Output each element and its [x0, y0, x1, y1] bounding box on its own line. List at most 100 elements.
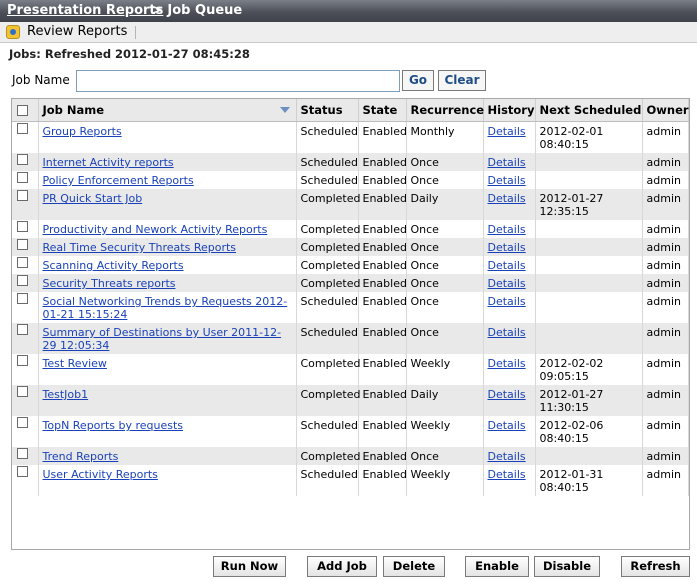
review-reports-icon[interactable]: [6, 25, 20, 39]
column-header-owner[interactable]: Owner: [642, 99, 689, 122]
history-details-link[interactable]: Details: [488, 468, 526, 481]
history-details-link[interactable]: Details: [488, 192, 526, 205]
job-name-link[interactable]: Social Networking Trends by Requests 201…: [43, 295, 288, 321]
job-name-link[interactable]: Test Review: [43, 357, 107, 370]
job-name-cell: Productivity and Nework Activity Reports: [38, 220, 297, 238]
table-row[interactable]: Group Reports Scheduled Enabled Monthly Deta…: [12, 121, 689, 153]
row-checkbox[interactable]: [17, 355, 28, 366]
select-all-checkbox[interactable]: [17, 105, 28, 116]
history-details-link[interactable]: Details: [488, 223, 526, 236]
history-details-link[interactable]: Details: [488, 259, 526, 272]
recurrence-cell: Weekly: [406, 416, 484, 447]
next-scheduled-part: 09:05:15: [539, 370, 589, 383]
table-row[interactable]: TopN Reports by requests Scheduled Enabled…: [12, 416, 689, 447]
job-name-link[interactable]: Group Reports: [43, 125, 122, 138]
job-name-cell: Test Review: [38, 354, 297, 385]
table-row[interactable]: Test Review Completed Enabled Weekly Details…: [12, 354, 689, 385]
job-name-link[interactable]: Real Time Security Threats Reports: [43, 241, 237, 254]
select-all-header: [12, 99, 39, 122]
table-row[interactable]: Productivity and Nework Activity Reports…: [12, 220, 689, 238]
row-checkbox[interactable]: [17, 239, 28, 250]
row-checkbox[interactable]: [17, 172, 28, 183]
job-name-link[interactable]: Summary of Destinations by User 2011-12-…: [43, 326, 282, 352]
refresh-button[interactable]: Refresh: [621, 556, 690, 577]
job-name-link[interactable]: Trend Reports: [43, 450, 119, 463]
job-name-link[interactable]: Internet Activity reports: [43, 156, 174, 169]
row-checkbox[interactable]: [17, 386, 28, 397]
table-row[interactable]: Trend Reports Completed Enabled Once Details…: [12, 447, 689, 465]
job-name-link[interactable]: PR Quick Start Job: [43, 192, 143, 205]
state-cell: Enabled: [358, 465, 407, 496]
table-row[interactable]: Policy Enforcement Reports Scheduled Enabl…: [12, 171, 689, 189]
job-name-link[interactable]: TopN Reports by requests: [43, 419, 184, 432]
history-details-link[interactable]: Details: [488, 125, 526, 138]
add-job-button[interactable]: Add Job: [307, 556, 377, 577]
history-details-link[interactable]: Details: [488, 326, 526, 339]
row-checkbox[interactable]: [17, 324, 28, 335]
history-details-link[interactable]: Details: [488, 388, 526, 401]
history-cell: Details: [483, 153, 536, 171]
delete-button[interactable]: Delete: [383, 556, 445, 577]
history-details-link[interactable]: Details: [488, 357, 526, 370]
status-cell: Scheduled: [296, 171, 359, 189]
job-name-link[interactable]: Policy Enforcement Reports: [43, 174, 194, 187]
column-header-recurrence[interactable]: Recurrence: [406, 99, 484, 122]
row-checkbox[interactable]: [17, 275, 28, 286]
sort-descending-icon[interactable]: [279, 107, 290, 113]
column-header-next-scheduled[interactable]: Next Scheduled: [535, 99, 643, 122]
row-checkbox[interactable]: [17, 466, 28, 477]
row-checkbox[interactable]: [17, 448, 28, 459]
clear-button[interactable]: Clear: [438, 70, 486, 91]
table-row[interactable]: Social Networking Trends by Requests 201…: [12, 292, 689, 323]
table-row[interactable]: TestJob1 Completed Enabled Daily Details 2012…: [12, 385, 689, 416]
row-checkbox[interactable]: [17, 257, 28, 268]
history-cell: Details: [483, 220, 536, 238]
disable-button[interactable]: Disable: [534, 556, 600, 577]
table-row[interactable]: Real Time Security Threats Reports Comple…: [12, 238, 689, 256]
table-row[interactable]: Internet Activity reports Scheduled Enable…: [12, 153, 689, 171]
table-row[interactable]: Scanning Activity Reports Completed Enable…: [12, 256, 689, 274]
history-details-link[interactable]: Details: [488, 295, 526, 308]
history-details-link[interactable]: Details: [488, 419, 526, 432]
next-scheduled-part: 2012-02-02: [539, 357, 604, 370]
column-header-status[interactable]: Status: [296, 99, 359, 122]
job-name-cell: Scanning Activity Reports: [38, 256, 297, 274]
breadcrumb-presentation-reports[interactable]: Presentation Reports: [7, 0, 163, 22]
run-now-button[interactable]: Run Now: [213, 556, 286, 577]
history-details-link[interactable]: Details: [488, 156, 526, 169]
job-name-link[interactable]: TestJob1: [43, 388, 89, 401]
next-scheduled-cell: [535, 292, 643, 323]
table-row[interactable]: PR Quick Start Job Completed Enabled Daily D…: [12, 189, 689, 220]
go-button[interactable]: Go: [402, 70, 434, 91]
job-name-input[interactable]: [76, 70, 400, 92]
row-checkbox[interactable]: [17, 123, 28, 134]
column-header-history[interactable]: History: [483, 99, 536, 122]
history-cell: Details: [483, 323, 536, 354]
recurrence-cell: Once: [406, 171, 484, 189]
table-row[interactable]: Security Threats reports Completed Enabled…: [12, 274, 689, 292]
row-checkbox[interactable]: [17, 417, 28, 428]
job-name-link[interactable]: Scanning Activity Reports: [43, 259, 184, 272]
column-header-state[interactable]: State: [358, 99, 407, 122]
table-row[interactable]: Summary of Destinations by User 2011-12-…: [12, 323, 689, 354]
job-name-label: Job Name: [12, 73, 70, 87]
review-reports-button[interactable]: Review Reports: [27, 22, 127, 42]
job-name-link[interactable]: User Activity Reports: [43, 468, 158, 481]
history-details-link[interactable]: Details: [488, 450, 526, 463]
row-select-cell: [12, 385, 39, 416]
column-header-job-name[interactable]: Job Name: [38, 99, 297, 122]
history-details-link[interactable]: Details: [488, 241, 526, 254]
job-name-link[interactable]: Productivity and Nework Activity Reports: [43, 223, 268, 236]
history-details-link[interactable]: Details: [488, 174, 526, 187]
history-details-link[interactable]: Details: [488, 277, 526, 290]
row-checkbox[interactable]: [17, 154, 28, 165]
enable-button[interactable]: Enable: [465, 556, 529, 577]
history-cell: Details: [483, 171, 536, 189]
owner-cell: admin: [642, 385, 689, 416]
row-checkbox[interactable]: [17, 293, 28, 304]
job-name-cell: TestJob1: [38, 385, 297, 416]
job-name-link[interactable]: Security Threats reports: [43, 277, 176, 290]
row-checkbox[interactable]: [17, 190, 28, 201]
row-checkbox[interactable]: [17, 221, 28, 232]
table-row[interactable]: User Activity Reports Scheduled Enabled Wee…: [12, 465, 689, 496]
